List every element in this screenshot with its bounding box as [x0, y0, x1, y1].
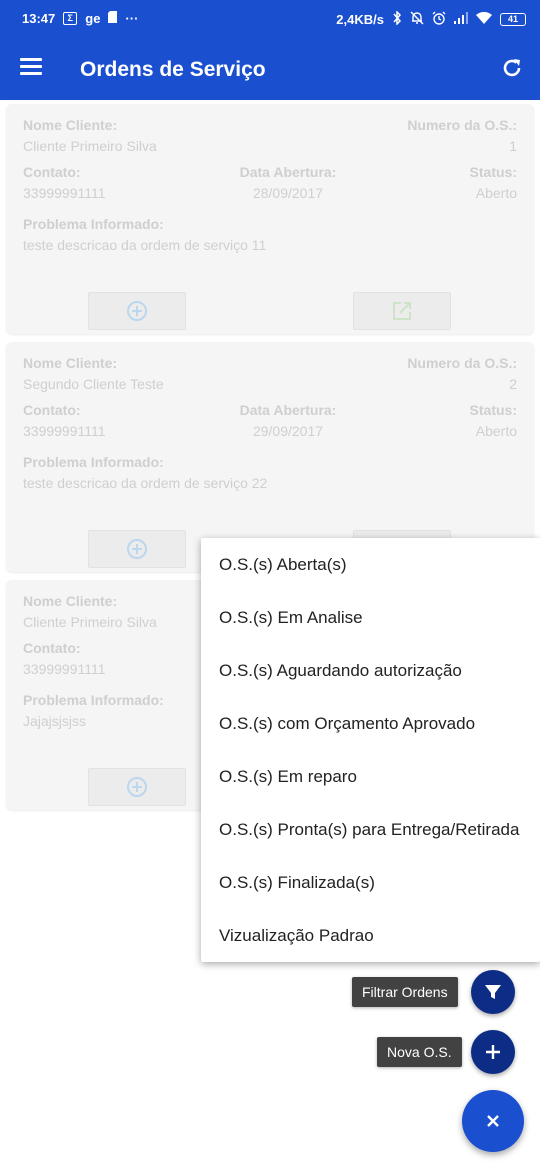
contact-value: 33999991111 [23, 423, 106, 439]
open-date-value: 29/09/2017 [252, 423, 324, 439]
add-button[interactable] [88, 768, 186, 806]
add-circle-icon [127, 777, 147, 797]
contact-value: 33999991111 [23, 185, 106, 201]
open-date-value: 28/09/2017 [252, 185, 324, 201]
app-bar: Ordens de Serviço [0, 38, 540, 100]
hamburger-menu-icon[interactable] [20, 58, 42, 76]
add-button[interactable] [88, 292, 186, 330]
client-name-label: Nome Cliente: [23, 117, 118, 133]
add-button[interactable] [88, 530, 186, 568]
bluetooth-icon [392, 10, 402, 28]
client-name-value: Segundo Cliente Teste [23, 376, 164, 392]
sd-card-icon [108, 11, 118, 26]
filter-icon [485, 985, 501, 999]
close-icon [487, 1115, 499, 1127]
status-value: Aberto [475, 185, 517, 201]
menu-item-pronta-entrega[interactable]: O.S.(s) Pronta(s) para Entrega/Retirada [201, 803, 540, 856]
problem-value: teste descricao da ordem de serviço 22 [23, 475, 268, 491]
contact-label: Contato: [23, 164, 81, 180]
menu-item-visualizacao-padrao[interactable]: Vizualização Padrao [201, 909, 540, 962]
status-bar: 13:47 Σ ge ··· 2,4KB/s 41 [0, 0, 540, 38]
battery-icon: 41 [500, 13, 526, 26]
client-name-value: Cliente Primeiro Silva [23, 138, 157, 154]
problem-value: Jajajsjsjss [23, 713, 87, 729]
refresh-icon[interactable] [500, 56, 524, 80]
contact-label: Contato: [23, 640, 81, 656]
order-number-label: Numero da O.S.: [407, 355, 517, 371]
problem-label: Problema Informado: [23, 216, 164, 232]
menu-item-finalizadas[interactable]: O.S.(s) Finalizada(s) [201, 856, 540, 909]
problem-label: Problema Informado: [23, 454, 164, 470]
network-speed: 2,4KB/s [336, 12, 384, 27]
status-label: Status: [469, 402, 517, 418]
menu-item-abertas[interactable]: O.S.(s) Aberta(s) [201, 538, 540, 591]
more-dots-icon: ··· [125, 11, 139, 26]
new-order-label[interactable]: Nova O.S. [377, 1037, 462, 1067]
add-circle-icon [127, 301, 147, 321]
status-value: Aberto [475, 423, 517, 439]
filter-orders-label[interactable]: Filtrar Ordens [352, 977, 458, 1007]
ge-app-icon: ge [85, 11, 101, 26]
service-order-card: Nome Cliente: Numero da O.S.: Cliente Pr… [6, 104, 534, 334]
signal-icon [454, 12, 468, 27]
menu-item-em-reparo[interactable]: O.S.(s) Em reparo [201, 750, 540, 803]
order-number-value: 1 [509, 138, 517, 154]
problem-value: teste descricao da ordem de serviço 11 [23, 237, 267, 253]
alarm-icon [432, 11, 446, 28]
mute-icon [410, 11, 424, 28]
contact-value: 33999991111 [23, 661, 106, 677]
order-number-value: 2 [509, 376, 517, 392]
page-title: Ordens de Serviço [80, 58, 266, 81]
contact-label: Contato: [23, 402, 81, 418]
client-name-label: Nome Cliente: [23, 355, 118, 371]
open-in-new-icon [393, 302, 411, 320]
order-number-label: Numero da O.S.: [407, 117, 517, 133]
new-order-button[interactable] [471, 1030, 515, 1074]
menu-item-orcamento-aprovado[interactable]: O.S.(s) com Orçamento Aprovado [201, 697, 540, 750]
wifi-icon [476, 11, 492, 27]
status-time: 13:47 [22, 11, 56, 26]
notification-box-icon: Σ [63, 12, 78, 25]
add-circle-icon [127, 539, 147, 559]
problem-label: Problema Informado: [23, 692, 164, 708]
client-name-label: Nome Cliente: [23, 593, 118, 609]
menu-item-aguardando-autorizacao[interactable]: O.S.(s) Aguardando autorização [201, 644, 540, 697]
menu-item-em-analise[interactable]: O.S.(s) Em Analise [201, 591, 540, 644]
open-details-button[interactable] [353, 292, 451, 330]
filter-orders-button[interactable] [471, 970, 515, 1014]
filter-menu: O.S.(s) Aberta(s) O.S.(s) Em Analise O.S… [201, 538, 540, 962]
client-name-value: Cliente Primeiro Silva [23, 614, 157, 630]
speed-dial-close-button[interactable] [462, 1090, 524, 1152]
open-date-label: Data Abertura: [239, 164, 337, 180]
plus-icon [486, 1045, 500, 1059]
open-date-label: Data Abertura: [239, 402, 337, 418]
status-label: Status: [469, 164, 517, 180]
